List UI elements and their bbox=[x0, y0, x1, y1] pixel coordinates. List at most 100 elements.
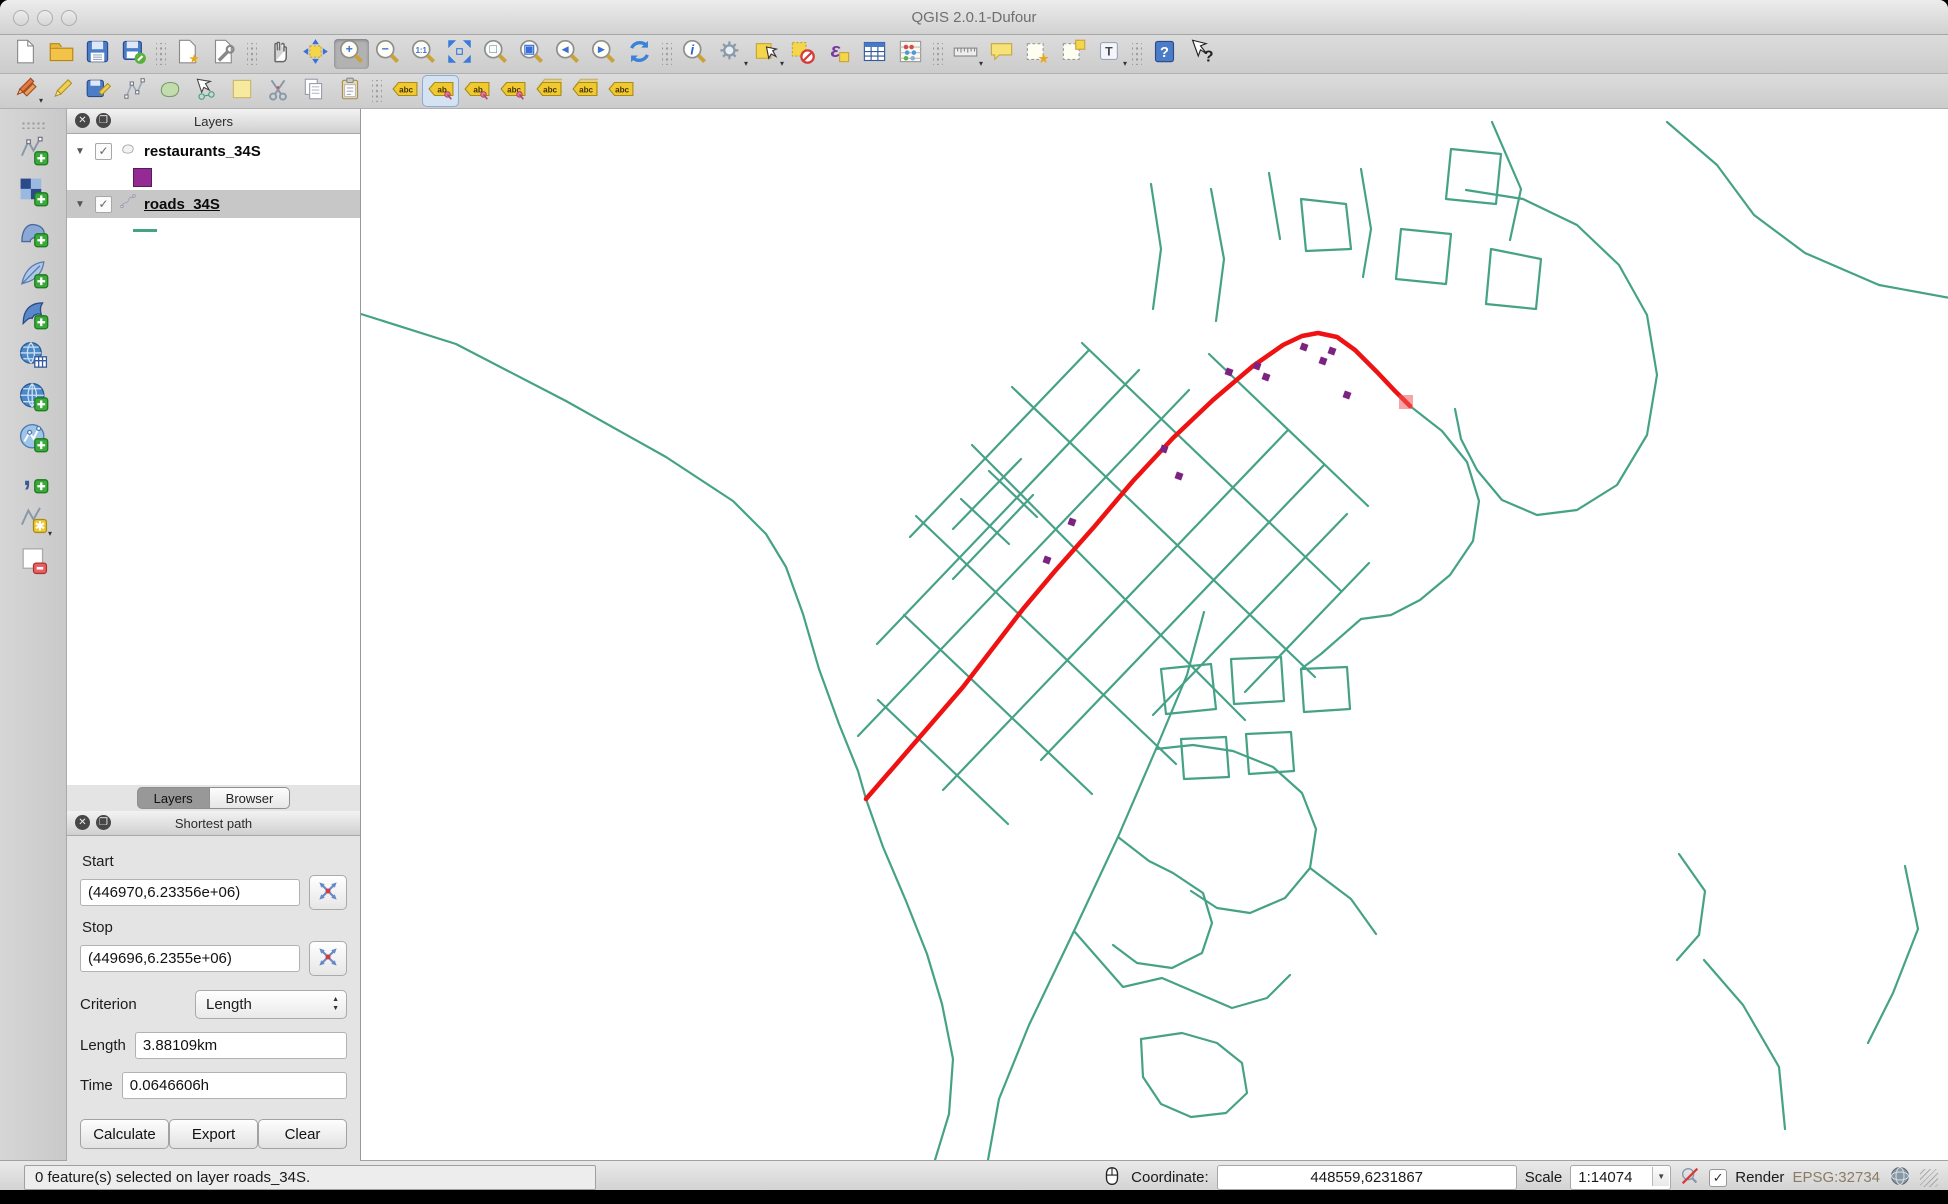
deselect-features-button[interactable] bbox=[785, 39, 820, 69]
add-feature-button[interactable] bbox=[116, 76, 151, 106]
node-tool-button[interactable] bbox=[188, 76, 223, 106]
open-attribute-table-button[interactable] bbox=[857, 39, 892, 69]
close-panel-icon[interactable]: ✕ bbox=[75, 815, 90, 830]
point-symbol-swatch[interactable] bbox=[133, 168, 152, 187]
add-postgis-layer-button[interactable] bbox=[14, 218, 52, 252]
add-raster-layer-button[interactable] bbox=[14, 177, 52, 211]
refresh-button[interactable] bbox=[622, 39, 657, 69]
title-bar[interactable]: QGIS 2.0.1-Dufour bbox=[0, 0, 1948, 35]
expand-caret-icon[interactable]: ▼ bbox=[75, 146, 88, 157]
float-panel-icon[interactable]: ❐ bbox=[96, 815, 111, 830]
add-vector-layer-button[interactable] bbox=[14, 136, 52, 170]
measure-button[interactable]: ▾ bbox=[948, 39, 983, 69]
add-delimited-text-layer-button[interactable]: , bbox=[14, 464, 52, 498]
capture-start-button[interactable] bbox=[309, 875, 347, 910]
clear-button[interactable]: Clear bbox=[258, 1119, 347, 1149]
new-shapefile-layer-button[interactable]: ✱▾ bbox=[14, 505, 52, 539]
export-button[interactable]: Export bbox=[169, 1119, 258, 1149]
composer-manager-button[interactable] bbox=[207, 39, 242, 69]
new-print-composer-button[interactable]: ★ bbox=[171, 39, 206, 69]
render-checkbox[interactable]: ✓ bbox=[1709, 1169, 1727, 1187]
label-properties-button[interactable]: abc bbox=[603, 76, 638, 106]
zoom-to-selection-button[interactable]: □ bbox=[478, 39, 513, 69]
calculate-button[interactable]: Calculate bbox=[80, 1119, 169, 1149]
add-wms-layer-button[interactable] bbox=[14, 341, 52, 375]
coordinate-input[interactable]: 448559,6231867 bbox=[1217, 1165, 1517, 1190]
zoom-to-layer-button[interactable]: ▣ bbox=[514, 39, 549, 69]
remove-layer-button[interactable] bbox=[14, 546, 52, 580]
criterion-select[interactable]: Length ▲▼ bbox=[195, 990, 347, 1019]
add-wfs-layer-button[interactable] bbox=[14, 423, 52, 457]
scale-combo[interactable]: 1:14074 ▼ bbox=[1570, 1165, 1671, 1190]
save-project-button[interactable] bbox=[80, 39, 115, 69]
delete-selected-button[interactable] bbox=[224, 76, 259, 106]
help-contents-button[interactable]: ? bbox=[1147, 39, 1182, 69]
combo-arrow-icon[interactable]: ▼ bbox=[1652, 1167, 1669, 1186]
save-layer-edits-button[interactable] bbox=[80, 76, 115, 106]
label-rotate-button[interactable]: abcabc bbox=[531, 76, 566, 106]
dock-tab-layers[interactable]: Layers bbox=[137, 787, 210, 809]
dropdown-arrow-icon[interactable]: ▾ bbox=[979, 59, 983, 68]
whats-this-button[interactable]: ? bbox=[1183, 39, 1218, 69]
layer-visibility-checkbox[interactable]: ✓ bbox=[95, 196, 112, 213]
identify-features-button[interactable]: i bbox=[677, 39, 712, 69]
dropdown-arrow-icon[interactable]: ▾ bbox=[48, 529, 52, 538]
line-symbol-swatch[interactable] bbox=[133, 229, 157, 232]
save-project-as-button[interactable] bbox=[116, 39, 151, 69]
zoom-next-button[interactable]: ▸ bbox=[586, 39, 621, 69]
layer-visibility-checkbox[interactable]: ✓ bbox=[95, 143, 112, 160]
copy-features-button[interactable] bbox=[296, 76, 331, 106]
current-edits-button[interactable]: ▾ bbox=[8, 76, 43, 106]
pan-to-selection-button[interactable] bbox=[298, 39, 333, 69]
resize-grip[interactable] bbox=[1920, 1169, 1938, 1187]
expand-caret-icon[interactable]: ▼ bbox=[75, 199, 88, 210]
text-annotation-button[interactable]: T▾ bbox=[1092, 39, 1127, 69]
dropdown-arrow-icon[interactable]: ▾ bbox=[744, 59, 748, 68]
start-input[interactable]: (446970,6.23356e+06) bbox=[80, 879, 300, 906]
field-calculator-button[interactable] bbox=[893, 39, 928, 69]
dock-tab-browser[interactable]: Browser bbox=[210, 787, 291, 809]
run-feature-action-button[interactable]: ▾ bbox=[713, 39, 748, 69]
dropdown-arrow-icon[interactable]: ▾ bbox=[1123, 59, 1127, 68]
select-features-button[interactable]: ▾ bbox=[749, 39, 784, 69]
select-by-expression-button[interactable]: ε bbox=[821, 39, 856, 69]
zoom-out-button[interactable]: − bbox=[370, 39, 405, 69]
label-highlight-pinned-button[interactable]: ab bbox=[459, 76, 494, 106]
zoom-full-button[interactable] bbox=[442, 39, 477, 69]
capture-stop-button[interactable] bbox=[309, 941, 347, 976]
dropdown-arrow-icon[interactable]: ▾ bbox=[39, 96, 43, 105]
show-bookmarks-button[interactable] bbox=[1056, 39, 1091, 69]
layer-item-restaurants_34S[interactable]: ▼ ✓ restaurants_34S bbox=[67, 137, 360, 165]
close-panel-icon[interactable]: ✕ bbox=[75, 113, 90, 128]
zoom-in-button[interactable]: + bbox=[334, 39, 369, 69]
zoom-last-button[interactable]: ◂ bbox=[550, 39, 585, 69]
toggle-editing-button[interactable] bbox=[44, 76, 79, 106]
pan-map-button[interactable] bbox=[262, 39, 297, 69]
new-project-button[interactable] bbox=[8, 39, 43, 69]
close-window-button[interactable] bbox=[13, 10, 29, 26]
stop-input[interactable]: (449696,6.2355e+06) bbox=[80, 945, 300, 972]
map-canvas[interactable] bbox=[361, 109, 1948, 1160]
paste-features-button[interactable] bbox=[332, 76, 367, 106]
float-panel-icon[interactable]: ❐ bbox=[96, 113, 111, 128]
layer-name[interactable]: roads_34S bbox=[144, 196, 220, 213]
time-output[interactable]: 0.0646606h bbox=[122, 1072, 347, 1099]
label-change-button[interactable]: abcabc bbox=[567, 76, 602, 106]
label-pin-unpin-button[interactable]: ab bbox=[423, 76, 458, 106]
map-tips-button[interactable] bbox=[984, 39, 1019, 69]
cut-features-button[interactable] bbox=[260, 76, 295, 106]
add-wcs-layer-button[interactable] bbox=[14, 382, 52, 416]
layer-labeling-options-button[interactable]: abc bbox=[387, 76, 422, 106]
mouse-position-icon[interactable] bbox=[1101, 1165, 1123, 1191]
crs-globe-icon[interactable] bbox=[1888, 1164, 1912, 1191]
open-project-button[interactable] bbox=[44, 39, 79, 69]
move-feature-button[interactable] bbox=[152, 76, 187, 106]
stop-rendering-icon[interactable] bbox=[1679, 1165, 1701, 1191]
add-mssql-layer-button[interactable] bbox=[14, 300, 52, 334]
add-spatialite-layer-button[interactable] bbox=[14, 259, 52, 293]
label-move-button[interactable]: abc bbox=[495, 76, 530, 106]
zoom-window-button[interactable] bbox=[61, 10, 77, 26]
length-output[interactable]: 3.88109km bbox=[135, 1032, 347, 1059]
new-bookmark-button[interactable]: ★ bbox=[1020, 39, 1055, 69]
layer-name[interactable]: restaurants_34S bbox=[144, 143, 261, 160]
